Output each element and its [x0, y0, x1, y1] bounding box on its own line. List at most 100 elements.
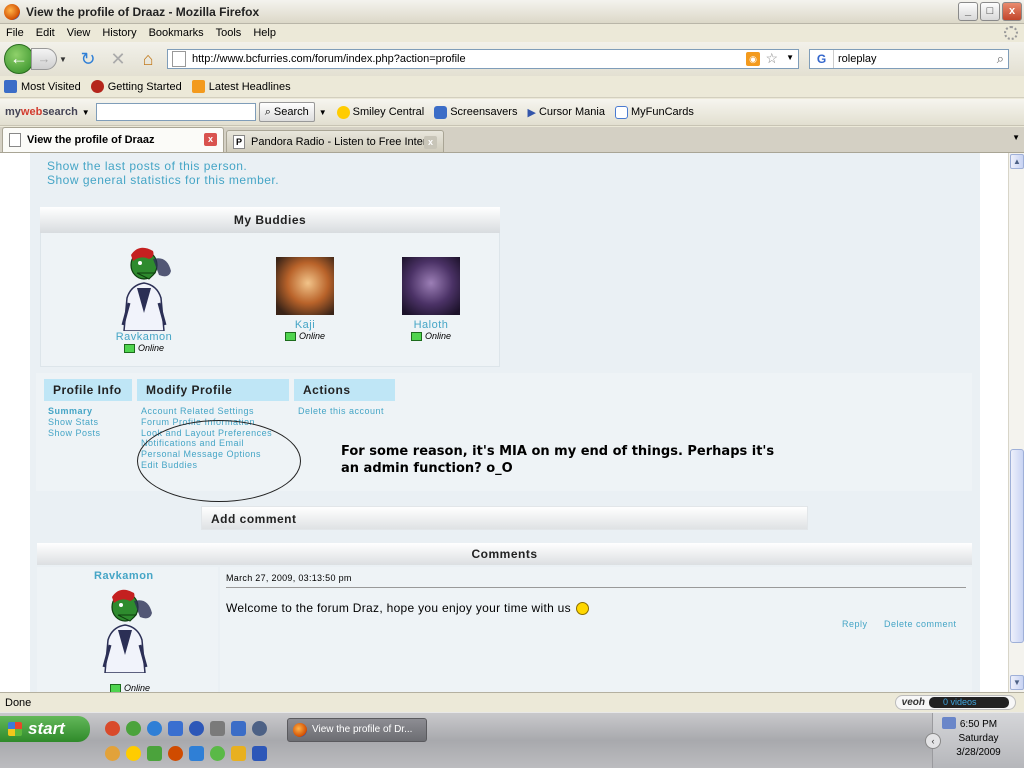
online-icon	[109, 683, 121, 692]
quicklaunch-icon-6[interactable]	[210, 721, 225, 736]
quicklaunch-icon-14[interactable]	[210, 746, 225, 761]
scroll-down-arrow-icon[interactable]: ▼	[1010, 675, 1024, 690]
quicklaunch-icon-9[interactable]	[105, 746, 120, 761]
tab-list-dropdown-icon[interactable]: ▼	[1012, 133, 1020, 142]
show-last-posts-link[interactable]: Show the last posts of this person.	[47, 159, 247, 173]
account-settings-link[interactable]: Account Related Settings	[141, 406, 254, 417]
most-visited-icon	[4, 80, 17, 93]
buddy-kaji[interactable]: Kaji Online	[270, 257, 340, 341]
url-text[interactable]: http://www.bcfurries.com/forum/index.php…	[192, 53, 466, 65]
buddy-haloth[interactable]: Haloth Online	[396, 257, 466, 341]
smiley-central-button[interactable]: Smiley Central	[336, 105, 424, 119]
add-comment-header[interactable]: Add comment	[201, 506, 808, 530]
taskbar-firefox-window[interactable]: View the profile of Dr...	[287, 718, 427, 742]
smiley-central-icon[interactable]	[126, 746, 141, 761]
system-tray: ‹ 6:50 PM Saturday 3/28/2009	[925, 713, 1024, 768]
quicklaunch-icon-7[interactable]	[231, 721, 246, 736]
vertical-scrollbar[interactable]: ▲ ▼	[1008, 153, 1024, 692]
delete-comment-link[interactable]: Delete comment	[884, 619, 957, 629]
menu-bookmarks[interactable]: Bookmarks	[143, 27, 210, 39]
quicklaunch-icon-4[interactable]	[168, 721, 183, 736]
buddy-name[interactable]: Haloth	[396, 319, 466, 331]
menu-history[interactable]: History	[96, 27, 142, 39]
tab-view-profile[interactable]: View the profile of Draaz x	[2, 127, 224, 152]
menu-file[interactable]: File	[0, 27, 30, 39]
menu-view[interactable]: View	[61, 27, 97, 39]
menu-help[interactable]: Help	[247, 27, 282, 39]
quicklaunch-icon-2[interactable]	[126, 721, 141, 736]
buddy-ravkamon[interactable]: Ravkamon Online	[104, 243, 184, 353]
quicklaunch-icon-13[interactable]	[189, 746, 204, 761]
windows-flag-icon	[8, 722, 22, 736]
veoh-widget[interactable]: veoh 0 videos	[894, 695, 1016, 710]
tray-expand-icon[interactable]: ‹	[925, 733, 941, 749]
firefox-quicklaunch-icon[interactable]	[168, 746, 183, 761]
minimize-button[interactable]: _	[958, 2, 978, 21]
stop-icon[interactable]: ✕	[107, 48, 129, 70]
summary-link[interactable]: Summary	[48, 406, 93, 417]
actions-tab[interactable]: Actions	[294, 379, 395, 401]
search-input[interactable]: roleplay	[838, 53, 877, 65]
home-icon[interactable]: ⌂	[137, 48, 159, 70]
quicklaunch-icon-1[interactable]	[105, 721, 120, 736]
search-magnifier-icon[interactable]: ⌕	[997, 51, 1004, 67]
reload-icon[interactable]: ↻	[77, 48, 99, 70]
url-dropdown-icon[interactable]: ▼	[786, 53, 794, 62]
myfuncards-button[interactable]: MyFunCards	[614, 105, 694, 119]
mywebsearch-dropdown-icon[interactable]: ▼	[82, 108, 90, 117]
modify-profile-tab[interactable]: Modify Profile	[137, 379, 289, 401]
menu-tools[interactable]: Tools	[210, 27, 248, 39]
veoh-videos-count[interactable]: 0 videos	[929, 697, 1009, 708]
card-icon	[614, 105, 628, 119]
comment-text: Welcome to the forum Draz, hope you enjo…	[226, 601, 589, 615]
tab-pandora[interactable]: P Pandora Radio - Listen to Free Interne…	[226, 130, 444, 152]
bookmarks-toolbar: Most Visited Getting Started Latest Head…	[0, 76, 1024, 98]
internet-explorer-icon[interactable]	[147, 721, 162, 736]
clock-day: Saturday	[958, 733, 999, 744]
quicklaunch-icon-16[interactable]	[252, 746, 267, 761]
show-posts-link[interactable]: Show Posts	[48, 428, 101, 439]
url-bar[interactable]: http://www.bcfurries.com/forum/index.php…	[167, 49, 799, 69]
annotation-text: For some reason, it's MIA on my end of t…	[341, 444, 775, 476]
rss-feed-icon[interactable]: ◉	[746, 52, 760, 66]
start-button[interactable]: start	[0, 716, 90, 742]
buddy-name[interactable]: Kaji	[270, 319, 340, 331]
maximize-button[interactable]: □	[980, 2, 1000, 21]
profile-info-tab[interactable]: Profile Info	[44, 379, 132, 401]
show-stats-link[interactable]: Show Stats	[48, 417, 99, 428]
online-status: Online	[100, 683, 160, 692]
show-stats-link[interactable]: Show general statistics for this member.	[47, 173, 279, 187]
messenger-icon[interactable]	[189, 721, 204, 736]
delete-account-link[interactable]: Delete this account	[298, 406, 384, 417]
quicklaunch-icon-11[interactable]	[147, 746, 162, 761]
search-bar[interactable]: G roleplay ⌕	[809, 49, 1009, 69]
tab-close-icon[interactable]: x	[204, 133, 217, 146]
bookmark-getting-started[interactable]: Getting Started	[90, 80, 182, 93]
close-button[interactable]: x	[1002, 2, 1022, 21]
reply-link[interactable]: Reply	[842, 619, 868, 629]
kaji-avatar	[276, 257, 334, 315]
tab-close-icon[interactable]: x	[424, 136, 437, 149]
scroll-up-arrow-icon[interactable]: ▲	[1010, 154, 1024, 169]
bookmark-star-icon[interactable]: ☆	[765, 50, 778, 67]
mywebsearch-search-button[interactable]: ⌕ Search	[258, 102, 315, 122]
quicklaunch-icon-15[interactable]	[231, 746, 246, 761]
mywebsearch-input[interactable]	[95, 103, 256, 121]
network-icon[interactable]	[942, 717, 956, 729]
mywebsearch-logo[interactable]: mywebsearch	[5, 106, 78, 118]
bookmark-latest-headlines[interactable]: Latest Headlines	[191, 80, 291, 93]
bookmark-most-visited[interactable]: Most Visited	[4, 80, 81, 93]
quicklaunch-icon-8[interactable]	[252, 721, 267, 736]
forward-button[interactable]: →	[31, 48, 57, 70]
search-engine-icon[interactable]: G	[810, 50, 834, 68]
search-options-dropdown-icon[interactable]: ▼	[319, 108, 327, 117]
comment-author[interactable]: Ravkamon	[94, 570, 154, 582]
buddy-name[interactable]: Ravkamon	[104, 331, 184, 343]
scroll-thumb[interactable]	[1010, 449, 1024, 643]
screensavers-button[interactable]: Screensavers	[434, 105, 517, 119]
menu-edit[interactable]: Edit	[30, 27, 61, 39]
getting-started-icon	[90, 80, 104, 93]
cursor-mania-button[interactable]: ▶ Cursor Mania	[527, 106, 605, 119]
history-dropdown-icon[interactable]: ▼	[59, 55, 69, 64]
back-button[interactable]: ←	[4, 44, 34, 74]
